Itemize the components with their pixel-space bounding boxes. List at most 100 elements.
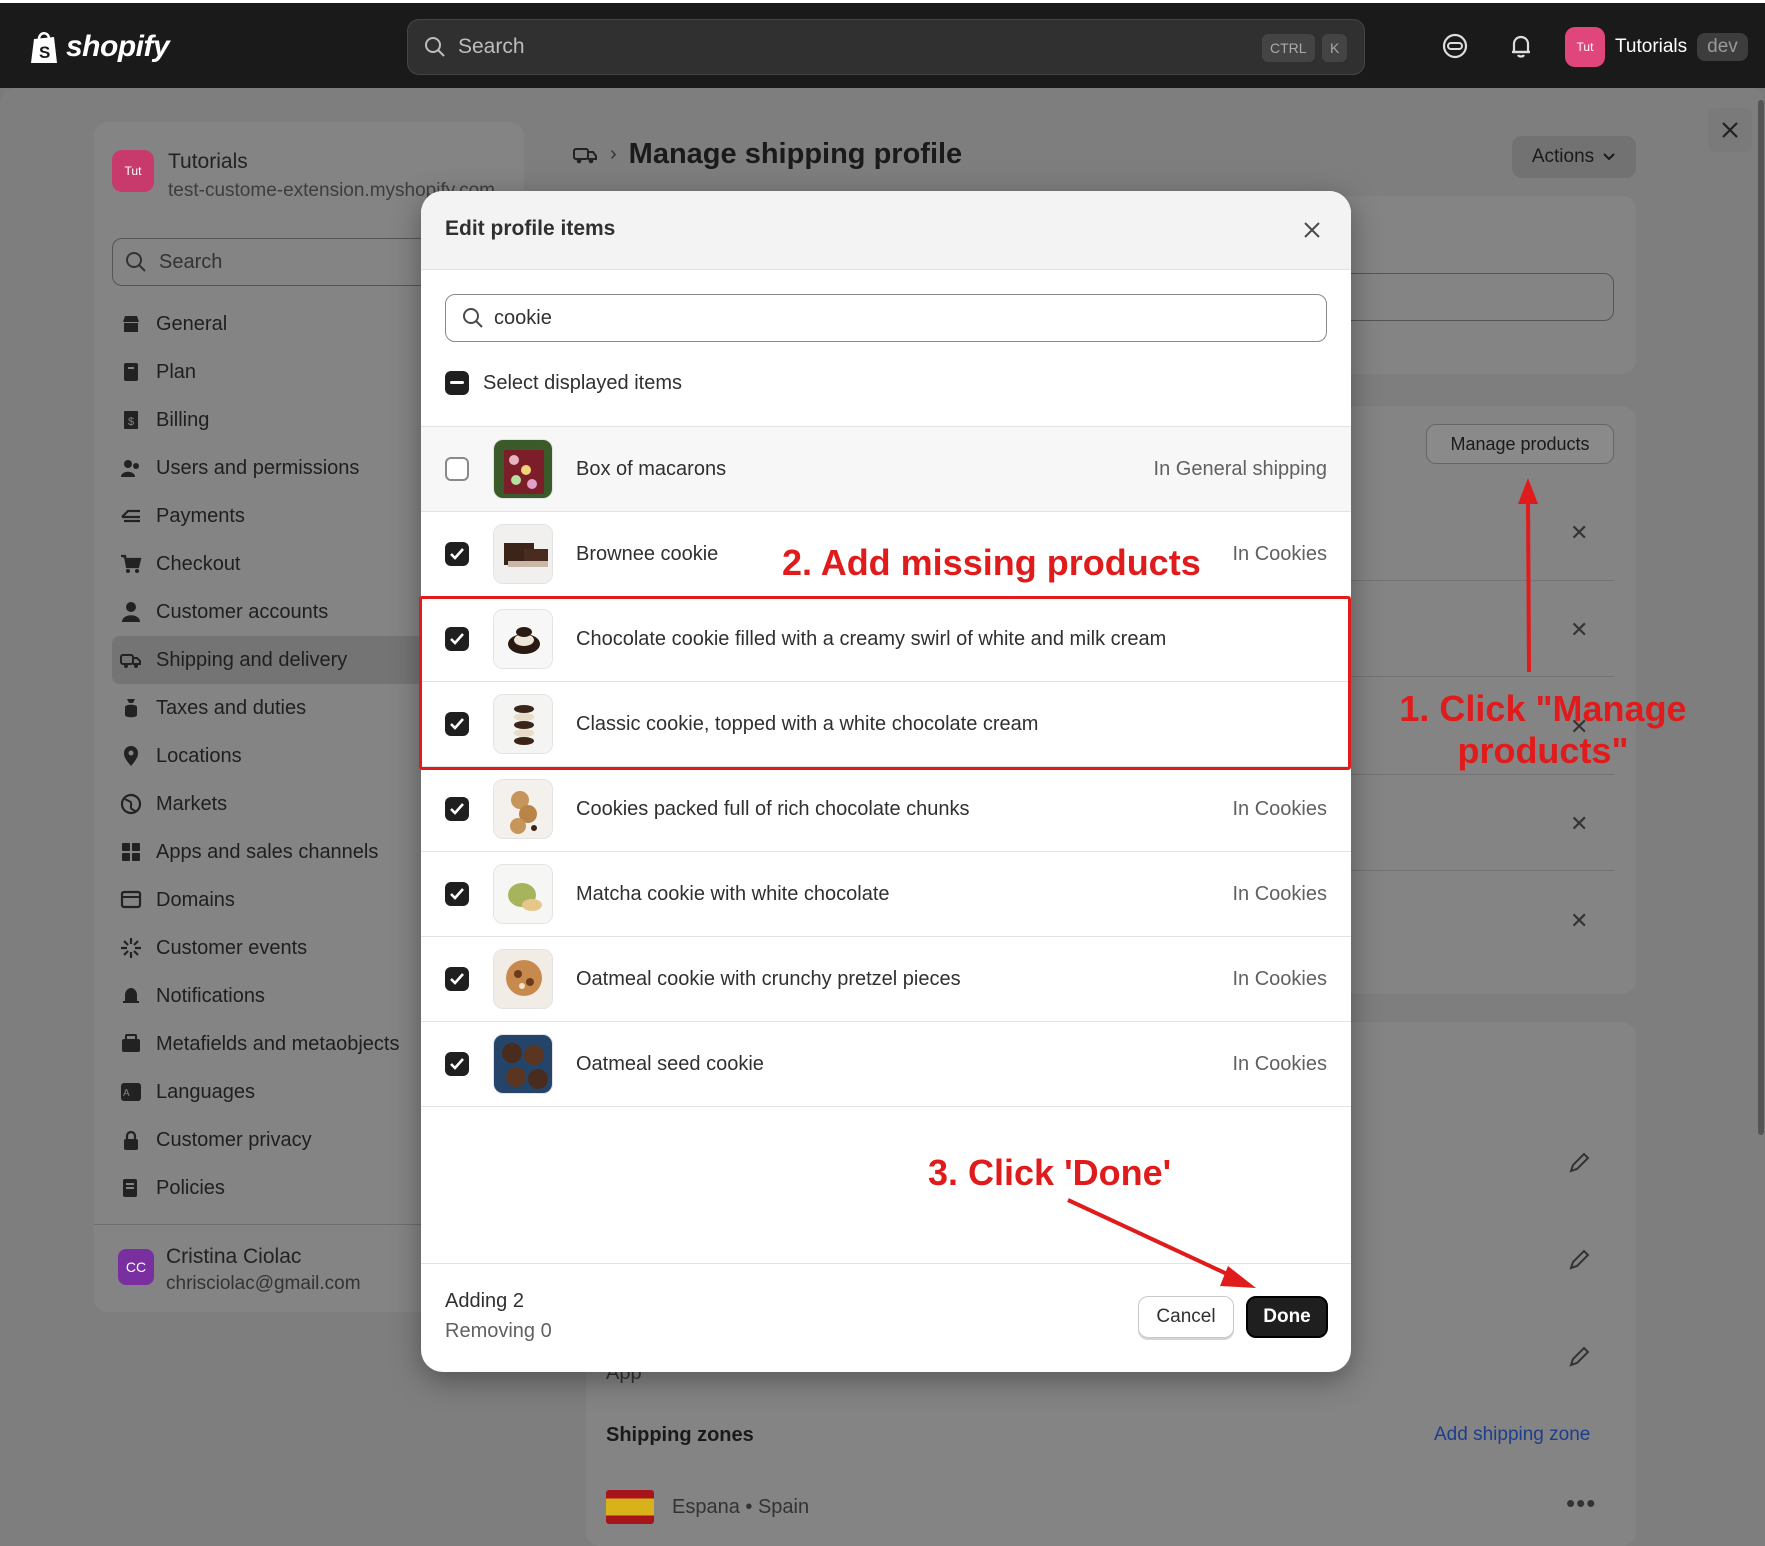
product-status: In Cookies — [1232, 543, 1328, 565]
sidebar-item-payments[interactable]: Payments — [112, 492, 442, 540]
shortcut-k-key: K — [1322, 34, 1348, 62]
page-title: Manage shipping profile — [628, 138, 963, 170]
remove-product-icon[interactable]: ✕ — [1570, 908, 1588, 934]
svg-text:A: A — [123, 1088, 130, 1099]
sidebar-item-general[interactable]: General — [112, 300, 442, 348]
sidebar-item-users-and-permissions[interactable]: Users and permissions — [112, 444, 442, 492]
svg-text:S: S — [39, 43, 50, 62]
edit-pencil-icon[interactable] — [1566, 1150, 1592, 1176]
select-displayed-items[interactable]: Select displayed items — [445, 371, 682, 395]
annotation-step-1-line2: products" — [1457, 730, 1629, 771]
sidebar-item-checkout[interactable]: Checkout — [112, 540, 442, 588]
sidebar-item-label: Domains — [156, 888, 235, 911]
globe-icon — [120, 793, 142, 815]
product-checkbox[interactable] — [445, 1052, 469, 1076]
annotation-step-3: 3. Click 'Done' — [928, 1152, 1172, 1193]
checkmark-icon — [450, 1058, 464, 1070]
settings-nav: General Plan $ Billing Users and permissions… — [112, 300, 442, 1212]
more-options-icon[interactable]: ••• — [1566, 1488, 1596, 1519]
zone-name: Espana • Spain — [672, 1495, 810, 1518]
sidebar-item-notifications[interactable]: Notifications — [112, 972, 442, 1020]
sidebar-item-customer-privacy[interactable]: Customer privacy — [112, 1116, 442, 1164]
sidebar-item-customer-events[interactable]: Customer events — [112, 924, 442, 972]
search-icon — [463, 308, 483, 328]
product-status: In Cookies — [1232, 798, 1328, 820]
sidebar-item-billing[interactable]: $ Billing — [112, 396, 442, 444]
sidebar-store-name: Tutorials — [168, 150, 248, 173]
list-item[interactable]: Oatmeal cookie with crunchy pretzel piec… — [421, 936, 1351, 1021]
search-icon — [126, 252, 146, 272]
events-icon — [121, 938, 141, 958]
search-placeholder: Search — [458, 35, 525, 58]
global-search-bar[interactable]: Search CTRL K — [407, 19, 1365, 75]
close-settings-button[interactable] — [1708, 108, 1752, 152]
shopify-logo[interactable]: S shopify — [28, 29, 170, 65]
sidebar-item-languages[interactable]: A Languages — [112, 1068, 442, 1116]
sidebar-item-customer-accounts[interactable]: Customer accounts — [112, 588, 442, 636]
list-item[interactable]: Cookies packed full of rich chocolate ch… — [421, 766, 1351, 851]
sidebar-item-markets[interactable]: Markets — [112, 780, 442, 828]
remove-product-icon[interactable]: ✕ — [1570, 811, 1588, 837]
sidebar-item-metafields-and-metaobjects[interactable]: Metafields and metaobjects — [112, 1020, 442, 1068]
sidebar-item-domains[interactable]: Domains — [112, 876, 442, 924]
page-scrollbar[interactable] — [1758, 100, 1764, 1135]
product-thumbnail — [493, 779, 553, 839]
done-button[interactable]: Done — [1246, 1296, 1328, 1338]
lock-icon — [124, 1130, 138, 1150]
metafields-icon — [122, 1034, 140, 1052]
modal-title: Edit profile items — [445, 217, 616, 240]
modal-close-button[interactable] — [1297, 215, 1327, 245]
sidebar-item-apps-and-sales-channels[interactable]: Apps and sales channels — [112, 828, 442, 876]
remove-product-icon[interactable]: ✕ — [1570, 520, 1588, 546]
edit-pencil-icon[interactable] — [1566, 1344, 1592, 1370]
sidebar-item-shipping-and-delivery[interactable]: Shipping and delivery — [112, 636, 442, 684]
divider — [1350, 580, 1614, 581]
annotation-step-1: 1. Click "Manage products" — [1398, 688, 1688, 772]
profile-name-input[interactable] — [1340, 273, 1614, 321]
sidebar-item-plan[interactable]: Plan — [112, 348, 442, 396]
truck-icon[interactable] — [572, 144, 598, 166]
divider — [1350, 870, 1614, 871]
remove-product-icon[interactable]: ✕ — [1570, 617, 1588, 643]
cancel-button[interactable]: Cancel — [1138, 1296, 1234, 1338]
list-item[interactable]: Matcha cookie with white chocolate In Coo… — [421, 851, 1351, 936]
adding-count: Adding 2 — [445, 1290, 524, 1312]
page-header: › Manage shipping profile — [572, 138, 962, 171]
sidebar-item-taxes-and-duties[interactable]: Taxes and duties — [112, 684, 442, 732]
dev-badge: dev — [1697, 33, 1748, 61]
store-menu[interactable]: Tut Tutorials dev — [1565, 27, 1748, 67]
users-icon — [121, 460, 139, 477]
sidekick-icon[interactable] — [1440, 31, 1470, 61]
sidebar-item-label: Customer events — [156, 936, 308, 959]
list-item[interactable]: Box of macarons In General shipping — [421, 426, 1351, 511]
actions-button[interactable]: Actions — [1512, 136, 1636, 178]
product-search-field[interactable] — [445, 294, 1327, 342]
list-end-divider — [421, 1106, 1351, 1107]
sidebar-item-locations[interactable]: Locations — [112, 732, 442, 780]
add-shipping-zone-link[interactable]: Add shipping zone — [1434, 1424, 1590, 1446]
plan-icon — [124, 363, 138, 381]
manage-products-button[interactable]: Manage products — [1426, 424, 1614, 464]
actions-label: Actions — [1531, 146, 1595, 167]
edit-pencil-icon[interactable] — [1566, 1247, 1592, 1273]
product-checkbox[interactable] — [445, 542, 469, 566]
sidebar-item-label: Plan — [156, 360, 197, 383]
sidebar-item-label: Languages — [156, 1080, 255, 1103]
product-checkbox[interactable] — [445, 967, 469, 991]
divider — [1350, 676, 1614, 677]
sidebar-item-policies[interactable]: Policies — [112, 1164, 442, 1212]
location-icon — [124, 746, 138, 766]
product-checkbox[interactable] — [445, 797, 469, 821]
list-item[interactable]: Oatmeal seed cookie In Cookies — [421, 1021, 1351, 1106]
product-search-input[interactable] — [494, 306, 1314, 330]
product-checkbox[interactable] — [445, 882, 469, 906]
product-thumbnail — [493, 864, 553, 924]
select-all-checkbox[interactable] — [445, 371, 469, 395]
brand-name: shopify — [66, 30, 170, 63]
policies-icon — [123, 1179, 137, 1197]
settings-search-input[interactable]: Search — [112, 238, 442, 286]
product-checkbox[interactable] — [445, 457, 469, 481]
shipping-zone-row[interactable]: Espana • Spain — [606, 1490, 809, 1524]
select-all-label: Select displayed items — [483, 371, 682, 394]
bell-icon[interactable] — [1506, 31, 1536, 61]
